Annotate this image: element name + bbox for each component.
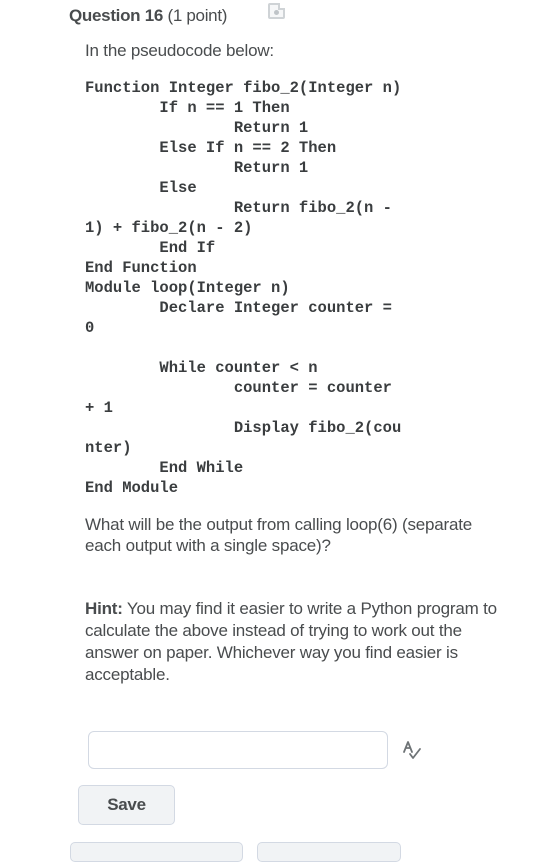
hint-label: Hint: xyxy=(85,599,123,618)
bottom-button-left[interactable] xyxy=(70,842,243,862)
question-body: In the pseudocode below: Function Intege… xyxy=(85,40,505,686)
question-hint: Hint: You may find it easier to write a … xyxy=(85,598,505,686)
answer-input[interactable] xyxy=(88,731,388,769)
code-module-block: Module loop(Integer n) Declare Integer c… xyxy=(85,279,402,497)
question-number: Question 16 xyxy=(69,6,164,25)
save-button[interactable]: Save xyxy=(78,785,175,825)
save-flag-icon[interactable] xyxy=(268,3,285,19)
question-intro: In the pseudocode below: xyxy=(85,41,274,60)
hint-text: You may find it easier to write a Python… xyxy=(85,599,497,684)
flag-dot xyxy=(274,10,279,15)
code-function-block: Function Integer fibo_2(Integer n) If n … xyxy=(85,79,402,277)
bottom-button-right[interactable] xyxy=(257,842,401,862)
flag-corner xyxy=(278,3,285,10)
question-header: Question 16 (1 point) xyxy=(69,6,227,26)
question-points: (1 point) xyxy=(167,6,228,25)
question-prompt: What will be the output from calling loo… xyxy=(85,515,473,555)
spellcheck-button[interactable] xyxy=(400,738,424,762)
spellcheck-icon xyxy=(403,741,421,759)
